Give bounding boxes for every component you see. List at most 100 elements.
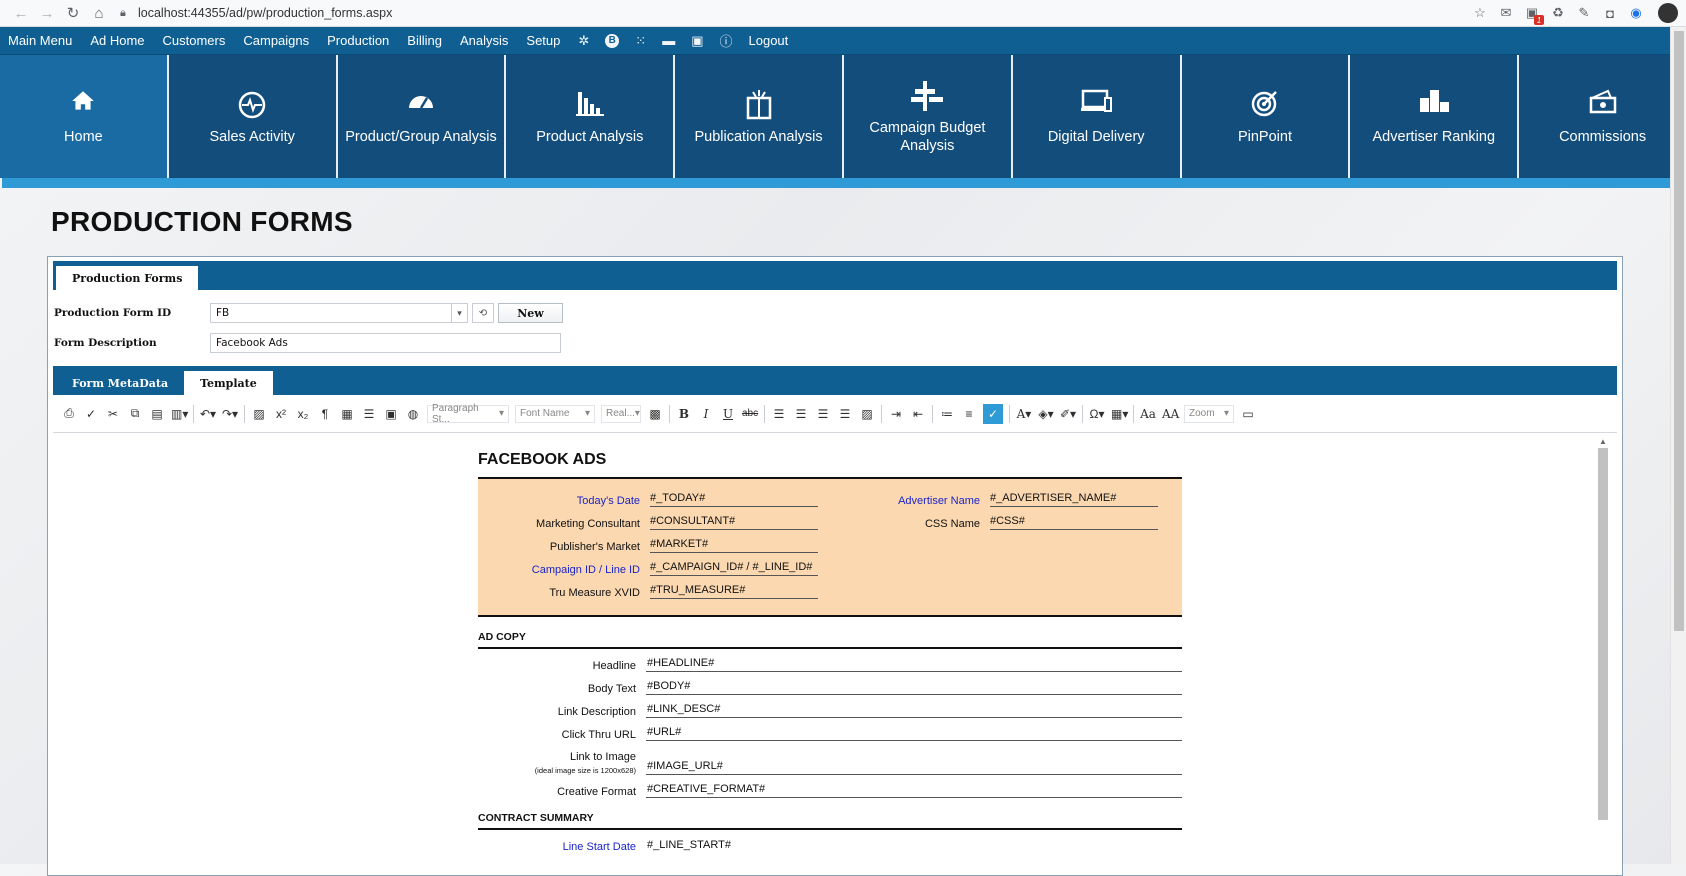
- b-circle-icon[interactable]: B: [605, 33, 620, 48]
- zoom-select[interactable]: Zoom ▾: [1184, 404, 1234, 423]
- track-changes-icon[interactable]: ✓: [983, 403, 1003, 424]
- font-color-icon[interactable]: A▾: [1016, 407, 1032, 421]
- recycle-icon[interactable]: ♻: [1550, 5, 1566, 21]
- tile-pinpoint[interactable]: PinPoint: [1181, 55, 1351, 178]
- calendar-icon[interactable]: ▣: [691, 33, 703, 49]
- menu-ad-home[interactable]: Ad Home: [90, 33, 144, 48]
- bold-icon[interactable]: B: [676, 407, 692, 421]
- paste-options-icon[interactable]: ▥▾: [171, 407, 188, 421]
- preview-icon[interactable]: ▭: [1240, 407, 1256, 421]
- align-left-icon[interactable]: ☰: [771, 407, 787, 421]
- cut-icon[interactable]: ✂: [105, 407, 121, 421]
- bullet-list-icon[interactable]: ≡: [961, 407, 977, 421]
- font-size-toggle-icon[interactable]: AA: [1162, 407, 1179, 421]
- tile-product-group-analysis[interactable]: Product/Group Analysis: [337, 55, 507, 178]
- menu-analysis[interactable]: Analysis: [460, 33, 508, 48]
- extension-icon[interactable]: ▣ 1: [1524, 5, 1544, 25]
- tile-campaign-budget-analysis[interactable]: Campaign Budget Analysis: [843, 55, 1013, 178]
- menu-customers[interactable]: Customers: [163, 33, 226, 48]
- shield-icon[interactable]: ◘: [1602, 5, 1618, 21]
- grid-icon[interactable]: ⁙: [635, 33, 646, 49]
- menu-campaigns[interactable]: Campaigns: [243, 33, 309, 48]
- indent-icon[interactable]: ⇥: [888, 407, 904, 421]
- tile-sales-activity[interactable]: Sales Activity: [168, 55, 338, 178]
- info-icon[interactable]: ⓘ: [720, 31, 733, 50]
- globe-icon[interactable]: ◍: [405, 407, 421, 421]
- form-description-input[interactable]: Facebook Ads: [210, 333, 561, 353]
- page-scrollbar[interactable]: [1670, 27, 1686, 864]
- star-icon[interactable]: ☆: [1472, 5, 1488, 21]
- format-painter-icon[interactable]: ▩: [647, 407, 663, 421]
- font-name-select[interactable]: Font Name ▾: [515, 404, 595, 423]
- mail-icon[interactable]: ✉: [1498, 5, 1514, 21]
- form-id-input[interactable]: FB: [210, 303, 452, 323]
- form-id-dropdown[interactable]: FB ▾: [210, 303, 468, 323]
- chat-icon[interactable]: ▬: [662, 33, 675, 48]
- superscript-icon[interactable]: x²: [273, 407, 289, 421]
- italic-icon[interactable]: I: [698, 407, 714, 421]
- subscript-icon[interactable]: x₂: [295, 407, 311, 421]
- highlight-icon[interactable]: ◈▾: [1038, 407, 1054, 421]
- url-text[interactable]: localhost:44355/ad/pw/production_forms.a…: [138, 6, 392, 20]
- chevron-down-icon[interactable]: ▾: [452, 303, 468, 323]
- profile-avatar[interactable]: [1658, 3, 1678, 23]
- tab-template[interactable]: Template: [184, 371, 273, 395]
- menu-setup[interactable]: Setup: [526, 33, 560, 48]
- circle-icon[interactable]: ◉: [1628, 5, 1644, 21]
- toolbar-separator: [1009, 404, 1010, 423]
- home-icon[interactable]: ⌂: [86, 5, 112, 22]
- brush-icon[interactable]: ✐▾: [1060, 407, 1076, 421]
- bug-icon[interactable]: ✲: [578, 33, 589, 49]
- strikethrough-icon[interactable]: abc: [742, 408, 758, 419]
- underline-icon[interactable]: U: [720, 407, 736, 421]
- tile-product-analysis[interactable]: Product Analysis: [506, 55, 676, 178]
- remove-alignment-icon[interactable]: ▨: [859, 407, 875, 421]
- table-icon[interactable]: ▦▾: [1111, 407, 1128, 421]
- menu-main-menu[interactable]: Main Menu: [8, 33, 72, 48]
- tile-home[interactable]: Home: [0, 55, 169, 178]
- tile-commissions[interactable]: Commissions: [1519, 55, 1686, 178]
- align-center-icon[interactable]: ☰: [793, 407, 809, 421]
- font-size-select[interactable]: Real... ▾: [601, 404, 641, 423]
- page-scrollbar-thumb[interactable]: [1673, 31, 1684, 631]
- redo-icon[interactable]: ↷▾: [222, 407, 238, 421]
- scrollbar-thumb[interactable]: [1598, 448, 1608, 820]
- spellcheck-icon[interactable]: ✓: [83, 407, 99, 421]
- menu-billing[interactable]: Billing: [407, 33, 442, 48]
- paste-icon[interactable]: ▤: [149, 407, 165, 421]
- template-editor[interactable]: ▲ FACEBOOK ADS Today's Date #_TODAY# Mar…: [53, 433, 1617, 853]
- refresh-icon[interactable]: ⟲: [472, 303, 494, 323]
- puzzle-icon[interactable]: ✎: [1576, 5, 1592, 21]
- tab-production-forms[interactable]: Production Forms: [56, 266, 199, 290]
- editor-scrollbar[interactable]: ▲: [1597, 437, 1609, 820]
- new-button[interactable]: New: [498, 303, 563, 323]
- text-format-icon[interactable]: ▦: [339, 407, 355, 421]
- outdent-icon[interactable]: ⇤: [910, 407, 926, 421]
- menu-logout[interactable]: Logout: [749, 33, 789, 48]
- print-icon[interactable]: ⎙: [61, 406, 77, 421]
- tile-digital-delivery[interactable]: Digital Delivery: [1012, 55, 1182, 178]
- copy-icon[interactable]: ⧉: [127, 406, 143, 421]
- back-icon[interactable]: ←: [8, 5, 34, 22]
- align-list-icon[interactable]: ☰: [361, 407, 377, 421]
- document-icon[interactable]: ▣: [383, 407, 399, 421]
- reload-icon[interactable]: ↻: [60, 4, 86, 22]
- tab-form-metadata[interactable]: Form MetaData: [56, 371, 184, 395]
- address-bar[interactable]: 🔒︎ localhost:44355/ad/pw/production_form…: [120, 6, 1472, 20]
- menu-production[interactable]: Production: [327, 33, 389, 48]
- justify-icon[interactable]: ☰: [837, 407, 853, 421]
- tile-navigation: Home Sales Activity Product/Group Analys…: [0, 55, 1686, 178]
- forward-icon[interactable]: →: [34, 5, 60, 22]
- paragraph-style-select[interactable]: Paragraph St... ▾: [427, 403, 509, 425]
- image-icon[interactable]: ▨: [251, 407, 267, 421]
- field-value: #LINK_DESC#: [646, 703, 1182, 718]
- undo-icon[interactable]: ↶▾: [200, 407, 216, 421]
- align-right-icon[interactable]: ☰: [815, 407, 831, 421]
- paragraph-icon[interactable]: ¶: [317, 407, 333, 421]
- numbered-list-icon[interactable]: ≔: [939, 407, 955, 421]
- scroll-up-icon[interactable]: ▲: [1597, 437, 1609, 446]
- special-character-icon[interactable]: Ω▾: [1089, 407, 1105, 421]
- change-case-icon[interactable]: Aa: [1140, 407, 1156, 421]
- tile-advertiser-ranking[interactable]: Advertiser Ranking: [1350, 55, 1520, 178]
- tile-publication-analysis[interactable]: Publication Analysis: [675, 55, 844, 178]
